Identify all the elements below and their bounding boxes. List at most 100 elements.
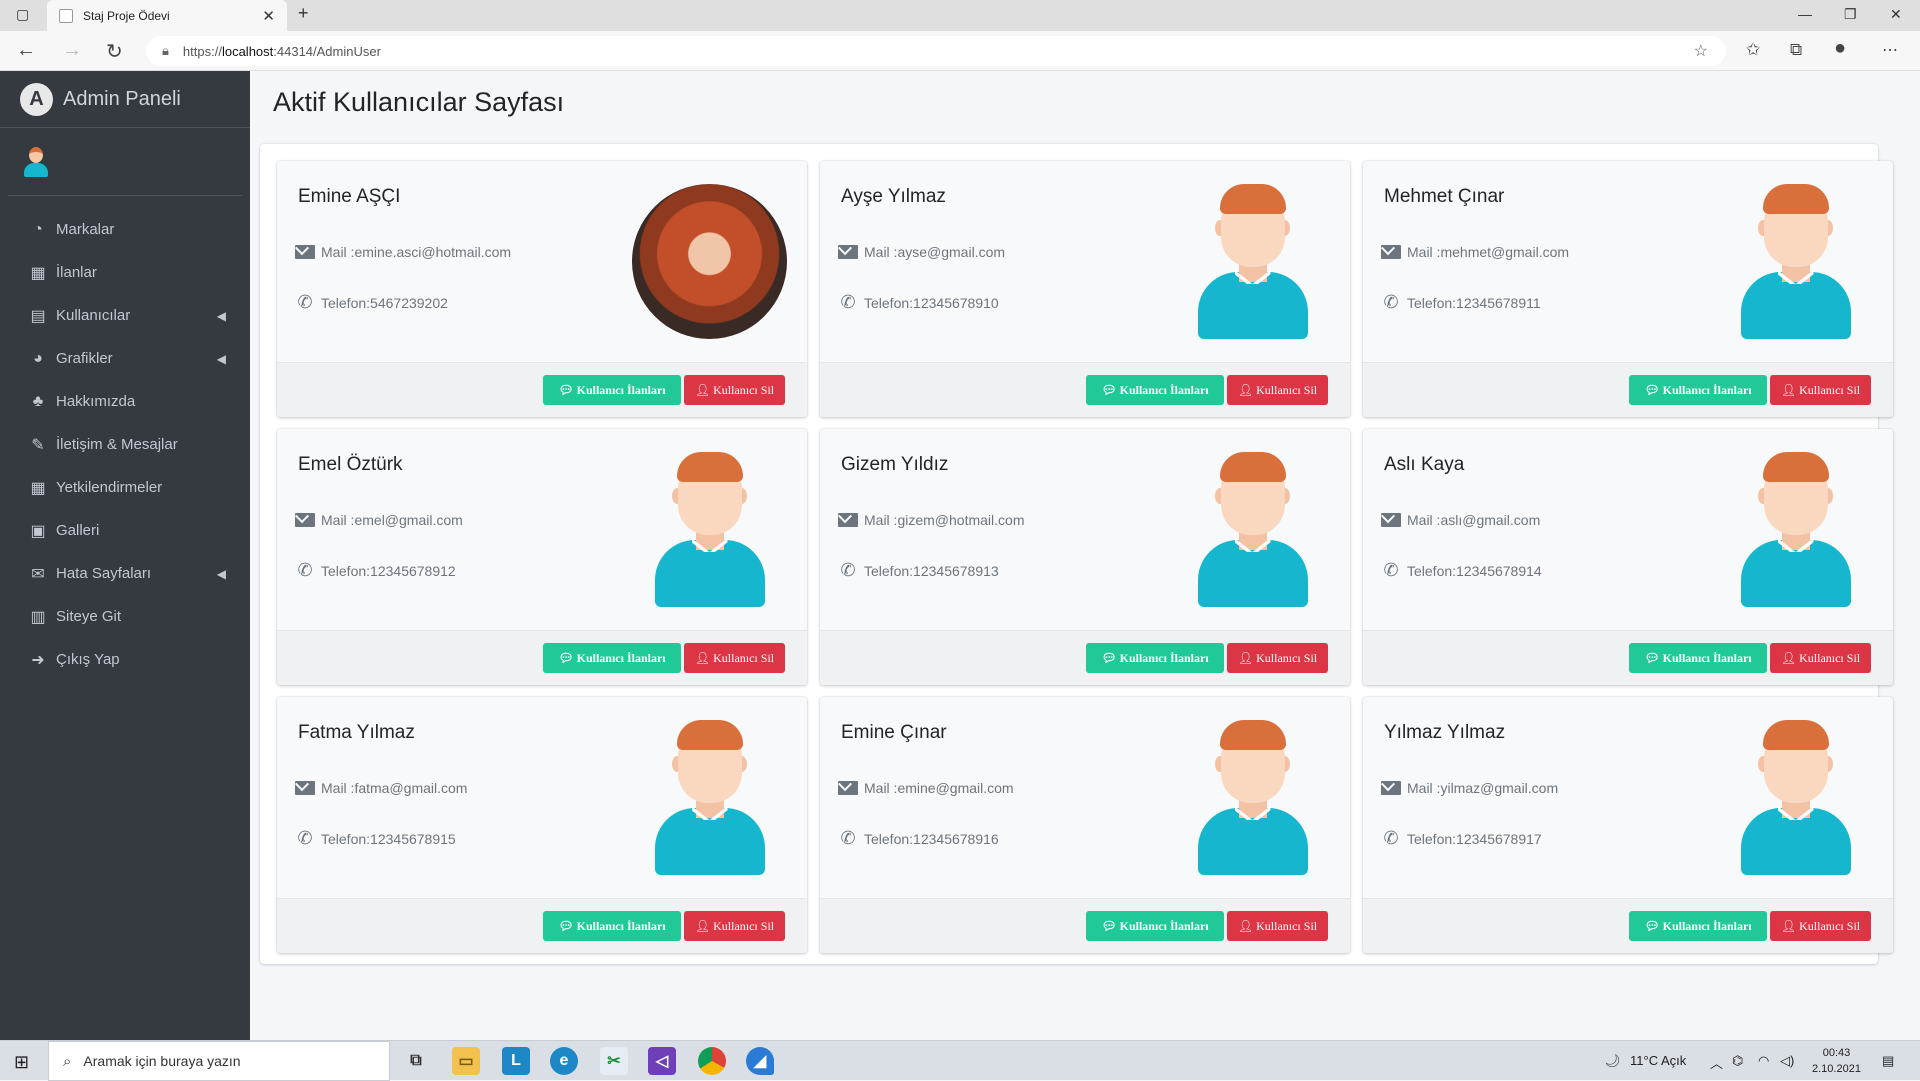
user-mail: Mail : emel@gmail.com — [294, 512, 463, 528]
sidebar-item-9[interactable]: ▥ Siteye Git — [0, 595, 250, 638]
sidebar-item-1[interactable]: ▦ İlanlar — [0, 251, 250, 294]
chrome-icon[interactable] — [698, 1047, 726, 1075]
delete-user-button[interactable]: 👤︎ Kullanıcı Sil — [1227, 375, 1328, 405]
refresh-icon[interactable]: ↻ — [106, 39, 123, 64]
weather-text[interactable]: 11°C Açık — [1630, 1053, 1686, 1068]
user-listings-button[interactable]: 💬︎ Kullanıcı İlanları — [1086, 375, 1224, 405]
url-input[interactable]: 🔒︎ https://localhost:44314/AdminUser ☆ — [146, 36, 1726, 66]
sidebar-item-label: Siteye Git — [56, 608, 122, 625]
delete-user-button[interactable]: 👤︎ Kullanıcı Sil — [1227, 911, 1328, 941]
user-phone: ✆ Telefon: 5467239202 — [294, 292, 447, 313]
user-listings-button[interactable]: 💬︎ Kullanıcı İlanları — [1086, 643, 1224, 673]
new-tab-icon[interactable]: + — [298, 3, 309, 24]
user-phone: ✆ Telefon: 12345678916 — [837, 828, 998, 849]
user-name: Fatma Yılmaz — [298, 722, 415, 743]
sidebar-item-10[interactable]: ➜ Çıkış Yap — [0, 638, 250, 681]
windows-start-icon[interactable]: ⊞ — [14, 1052, 29, 1073]
profile-icon[interactable]: ● — [1834, 37, 1846, 60]
snipping-tool-icon[interactable]: ✂ — [600, 1047, 628, 1075]
user-listings-button[interactable]: 💬︎ Kullanıcı İlanları — [1629, 643, 1767, 673]
user-listings-button[interactable]: 💬︎ Kullanıcı İlanları — [543, 375, 681, 405]
visual-studio-icon[interactable]: ◁ — [648, 1047, 676, 1075]
show-hidden-icons-icon[interactable]: ︿ — [1710, 1053, 1723, 1072]
browser-tab[interactable]: Staj Proje Ödevi ✕ — [47, 0, 287, 31]
sidebar-item-label: Hakkımızda — [56, 393, 136, 410]
favorite-star-icon[interactable]: ☆ — [1694, 41, 1708, 61]
file-explorer-icon[interactable]: ▭ — [452, 1047, 480, 1075]
edge-icon[interactable]: e — [550, 1047, 578, 1075]
user-mail: Mail : emine@gmail.com — [837, 780, 1014, 796]
user-listings-button[interactable]: 💬︎ Kullanıcı İlanları — [1086, 911, 1224, 941]
phone-prefix: Telefon: — [321, 830, 371, 847]
more-icon[interactable]: ⋯ — [1882, 40, 1898, 60]
close-window-icon[interactable]: ✕ — [1890, 6, 1902, 23]
delete-user-label: Kullanıcı Sil — [713, 382, 775, 397]
sidebar-item-5[interactable]: ✎ İletişim & Mesajlar — [0, 423, 250, 466]
mail-prefix: Mail : — [864, 512, 898, 528]
sidebar-item-4[interactable]: ♣ Hakkımızda — [0, 380, 250, 423]
restore-icon[interactable]: ❐ — [1844, 6, 1857, 23]
user-listings-button[interactable]: 💬︎ Kullanıcı İlanları — [543, 643, 681, 673]
azure-data-studio-icon[interactable]: ◢ — [746, 1047, 774, 1075]
brand[interactable]: A Admin Paneli — [0, 71, 250, 128]
delete-user-button[interactable]: 👤︎ Kullanıcı Sil — [1770, 375, 1871, 405]
favorites-icon[interactable]: ✩ — [1746, 40, 1760, 60]
phone-value: 12345678915 — [370, 830, 456, 847]
weather-icon[interactable]: 🌙︎ — [1604, 1053, 1621, 1069]
sidebar-item-2[interactable]: ▤ Kullanıcılar ◀ — [0, 294, 250, 337]
tab-actions-icon[interactable]: ▢ — [16, 6, 29, 23]
app-l-icon[interactable]: L — [502, 1047, 530, 1075]
clock[interactable]: 00:43 2.10.2021 — [1812, 1045, 1861, 1077]
mail-value: mehmet@gmail.com — [1440, 244, 1570, 260]
delete-user-button[interactable]: 👤︎ Kullanıcı Sil — [1770, 643, 1871, 673]
sidebar-item-label: Kullanıcılar — [56, 307, 131, 324]
user-listings-button[interactable]: 💬︎ Kullanıcı İlanları — [1629, 911, 1767, 941]
edit-icon: ✎ — [31, 436, 45, 454]
collections-icon[interactable]: ⧉ — [1790, 40, 1802, 60]
address-bar: ← → ↻ 🔒︎ https://localhost:44314/AdminUs… — [0, 31, 1920, 71]
volume-icon[interactable]: ◁) — [1780, 1053, 1794, 1069]
wifi-icon[interactable]: ◠ — [1758, 1053, 1769, 1069]
user-listings-button[interactable]: 💬︎ Kullanıcı İlanları — [1629, 375, 1767, 405]
user-avatar-placeholder-icon — [1718, 720, 1873, 875]
phone-icon: ✆ — [840, 292, 856, 312]
task-view-icon[interactable]: ⧉ — [402, 1047, 430, 1075]
delete-user-button[interactable]: 👤︎ Kullanıcı Sil — [1770, 911, 1871, 941]
notifications-icon[interactable]: ▤ — [1882, 1053, 1894, 1069]
user-card: Emel Öztürk Mail : emel@gmail.com ✆ Tele… — [277, 429, 807, 685]
mail-value: emine@gmail.com — [897, 780, 1014, 796]
network-icon[interactable]: ⌬ — [1732, 1053, 1743, 1069]
sidebar-item-7[interactable]: ▣ Galleri — [0, 509, 250, 552]
user-name: Ayşe Yılmaz — [841, 186, 946, 207]
card-footer: 💬︎ Kullanıcı İlanları 👤︎ Kullanıcı Sil — [820, 362, 1350, 417]
forward-icon[interactable]: → — [62, 39, 82, 62]
taskbar-search-input[interactable]: ⌕ Aramak için buraya yazın — [48, 1041, 390, 1081]
user-listings-label: Kullanıcı İlanları — [1662, 382, 1752, 397]
comments-icon: 💬︎ — [558, 382, 574, 397]
delete-user-button[interactable]: 👤︎ Kullanıcı Sil — [684, 643, 785, 673]
chevron-left-icon: ◀ — [216, 566, 226, 581]
chevron-left-icon: ◀ — [216, 351, 226, 366]
clock-date: 2.10.2021 — [1812, 1063, 1861, 1075]
card-footer: 💬︎ Kullanıcı İlanları 👤︎ Kullanıcı Sil — [820, 898, 1350, 953]
phone-prefix: Telefon: — [321, 562, 371, 579]
envelope-icon — [1380, 781, 1402, 795]
card-footer: 💬︎ Kullanıcı İlanları 👤︎ Kullanıcı Sil — [1363, 898, 1893, 953]
delete-user-button[interactable]: 👤︎ Kullanıcı Sil — [684, 375, 785, 405]
minimize-icon[interactable]: — — [1798, 6, 1812, 22]
avatar[interactable] — [22, 146, 50, 177]
sidebar-item-0[interactable]: ◔ Markalar — [0, 208, 250, 251]
user-listings-label: Kullanıcı İlanları — [1119, 650, 1209, 665]
delete-user-button[interactable]: 👤︎ Kullanıcı Sil — [684, 911, 785, 941]
back-icon[interactable]: ← — [16, 39, 36, 62]
brand-title: Admin Paneli — [63, 87, 181, 110]
delete-user-label: Kullanıcı Sil — [713, 650, 775, 665]
close-tab-icon[interactable]: ✕ — [262, 7, 275, 25]
sidebar-item-8[interactable]: ✉ Hata Sayfaları ◀ — [0, 552, 250, 595]
sidebar-item-3[interactable]: ◕ Grafikler ◀ — [0, 337, 250, 380]
delete-user-button[interactable]: 👤︎ Kullanıcı Sil — [1227, 643, 1328, 673]
card-footer: 💬︎ Kullanıcı İlanları 👤︎ Kullanıcı Sil — [277, 630, 807, 685]
user-listings-button[interactable]: 💬︎ Kullanıcı İlanları — [543, 911, 681, 941]
sidebar-item-6[interactable]: ▦ Yetkilendirmeler — [0, 466, 250, 509]
delete-user-label: Kullanıcı Sil — [713, 918, 775, 933]
